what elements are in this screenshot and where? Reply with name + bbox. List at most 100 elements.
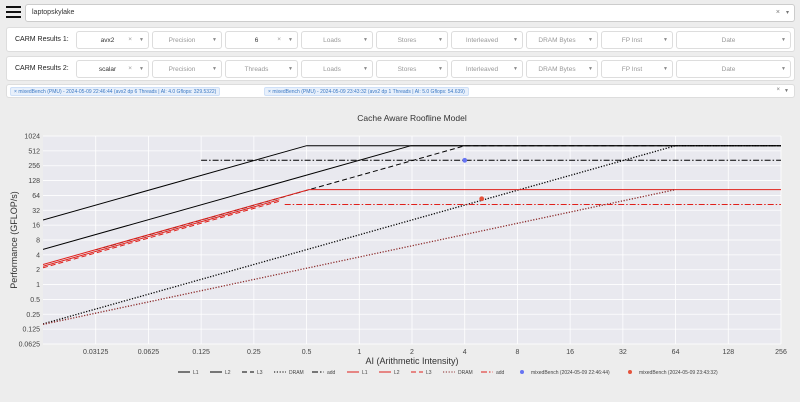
legend-label: mixedBench (2024-05-09 23:43:32)	[639, 370, 718, 376]
x-tick-label: 0.125	[192, 349, 210, 356]
chevron-down-icon[interactable]: ▼	[363, 37, 368, 43]
chevron-down-icon[interactable]: ▼	[781, 37, 786, 43]
x-tick-label: 64	[672, 349, 680, 356]
date-select[interactable]: Date ▼	[676, 60, 791, 78]
threads-select[interactable]: 6 × ▼	[225, 31, 298, 49]
legend-label: L1	[362, 370, 368, 376]
dram-bytes-select[interactable]: DRAM Bytes ▼	[526, 31, 598, 49]
x-tick-label: 0.25	[247, 349, 261, 356]
legend-label: add	[327, 370, 336, 376]
x-tick-label: 8	[515, 349, 519, 356]
chevron-down-icon[interactable]: ▼	[438, 37, 443, 43]
y-tick-label: 0.125	[22, 327, 40, 334]
chevron-down-icon[interactable]: ▼	[588, 37, 593, 43]
y-tick-label: 0.25	[26, 312, 40, 319]
legend-label: L3	[257, 370, 263, 376]
chevron-down-icon[interactable]: ▼	[588, 66, 593, 72]
legend-marker	[628, 370, 632, 374]
x-tick-label: 0.5	[302, 349, 312, 356]
dram-bytes-select[interactable]: DRAM Bytes ▼	[526, 60, 598, 78]
y-tick-label: 1024	[24, 134, 40, 141]
y-tick-label: 0.0625	[19, 342, 41, 349]
x-tick-label: 16	[566, 349, 574, 356]
clear-icon[interactable]: ×	[128, 36, 132, 43]
y-axis-label: Performance (GFLOP/s)	[9, 191, 19, 289]
fp-inst-select[interactable]: FP Inst ▼	[601, 60, 673, 78]
data-point-2	[479, 196, 485, 202]
result-tag[interactable]: × mixedBench (PMU) - 2024-05-09 22:46:44…	[10, 87, 221, 96]
chevron-down-icon[interactable]: ▼	[288, 66, 293, 72]
carm-results-1-panel: CARM Results 1: avx2 × ▼ Precision ▼ 6 × ▼ Lo…	[6, 27, 795, 52]
chevron-down-icon[interactable]: ▼	[513, 37, 518, 43]
top-bar: laptopskylake × ▾	[0, 0, 800, 26]
x-tick-label: 1	[357, 349, 361, 356]
y-tick-label: 16	[32, 223, 40, 230]
carm-results-2-panel: CARM Results 2: scalar × ▼ Precision ▼ Thre…	[6, 56, 795, 81]
y-tick-label: 8	[36, 238, 40, 245]
selected-results-multiselect[interactable]: × mixedBench (PMU) - 2024-05-09 22:46:44…	[6, 84, 795, 98]
chevron-down-icon[interactable]: ▼	[212, 66, 217, 72]
precision-select[interactable]: Precision ▼	[152, 31, 222, 49]
clear-icon[interactable]: ×	[776, 87, 780, 93]
y-tick-label: 1	[36, 282, 40, 289]
x-axis-label: AI (Arithmetic Intensity)	[365, 356, 458, 366]
legend-label: DRAM	[458, 370, 473, 376]
chevron-down-icon[interactable]: ▼	[781, 66, 786, 72]
legend-label: add	[496, 370, 505, 376]
x-tick-label: 32	[619, 349, 627, 356]
chevron-down-icon[interactable]: ▼	[784, 88, 789, 94]
carm-results-2-label: CARM Results 2:	[15, 65, 69, 72]
chevron-down-icon[interactable]: ▼	[513, 66, 518, 72]
y-tick-label: 4	[36, 252, 40, 259]
legend-marker	[520, 370, 524, 374]
precision-select[interactable]: Precision ▼	[152, 60, 222, 78]
x-tick-label: 0.03125	[83, 349, 108, 356]
x-tick-label: 4	[463, 349, 467, 356]
legend-label: mixedBench (2024-05-09 22:46:44)	[531, 370, 610, 376]
legend-label: L3	[426, 370, 432, 376]
carm-results-1-label: CARM Results 1:	[15, 36, 69, 43]
result-tag[interactable]: × mixedBench (PMU) - 2024-05-09 23:43:32…	[264, 87, 469, 96]
loads-select[interactable]: Loads ▼	[301, 60, 373, 78]
chevron-down-icon[interactable]: ▼	[139, 37, 144, 43]
y-tick-label: 512	[28, 148, 40, 155]
isa-select[interactable]: scalar × ▼	[76, 60, 149, 78]
chevron-down-icon[interactable]: ▼	[212, 37, 217, 43]
fp-inst-select[interactable]: FP Inst ▼	[601, 31, 673, 49]
chevron-down-icon[interactable]: ▼	[663, 66, 668, 72]
data-point-1	[462, 157, 468, 163]
clear-icon[interactable]: ×	[128, 65, 132, 72]
legend-label: L2	[225, 370, 231, 376]
machine-select[interactable]: laptopskylake × ▾	[25, 4, 795, 22]
x-tick-label: 0.0625	[138, 349, 160, 356]
interleaved-select[interactable]: Interleaved ▼	[451, 60, 523, 78]
chevron-down-icon[interactable]: ▼	[663, 37, 668, 43]
chevron-down-icon[interactable]: ▼	[438, 66, 443, 72]
isa-select[interactable]: avx2 × ▼	[76, 31, 149, 49]
stores-select[interactable]: Stores ▼	[376, 60, 448, 78]
y-tick-label: 256	[28, 163, 40, 170]
y-tick-label: 32	[32, 208, 40, 215]
threads-select[interactable]: Threads ▼	[225, 60, 298, 78]
x-tick-label: 128	[722, 349, 734, 356]
stores-select[interactable]: Stores ▼	[376, 31, 448, 49]
legend-label: L1	[193, 370, 199, 376]
y-tick-label: 2	[36, 267, 40, 274]
clear-icon[interactable]: ×	[277, 36, 281, 43]
chevron-down-icon[interactable]: ▼	[139, 66, 144, 72]
y-tick-label: 128	[28, 178, 40, 185]
machine-select-value: laptopskylake	[32, 9, 75, 16]
date-select[interactable]: Date ▼	[676, 31, 791, 49]
menu-icon[interactable]	[6, 6, 21, 20]
x-tick-label: 256	[775, 349, 787, 356]
y-tick-label: 64	[32, 193, 40, 200]
legend-label: DRAM	[289, 370, 304, 376]
chevron-down-icon[interactable]: ▾	[786, 9, 789, 16]
y-tick-label: 0.5	[30, 297, 40, 304]
clear-icon[interactable]: ×	[776, 9, 780, 16]
chevron-down-icon[interactable]: ▼	[363, 66, 368, 72]
legend-label: L2	[394, 370, 400, 376]
loads-select[interactable]: Loads ▼	[301, 31, 373, 49]
interleaved-select[interactable]: Interleaved ▼	[451, 31, 523, 49]
chevron-down-icon[interactable]: ▼	[288, 37, 293, 43]
